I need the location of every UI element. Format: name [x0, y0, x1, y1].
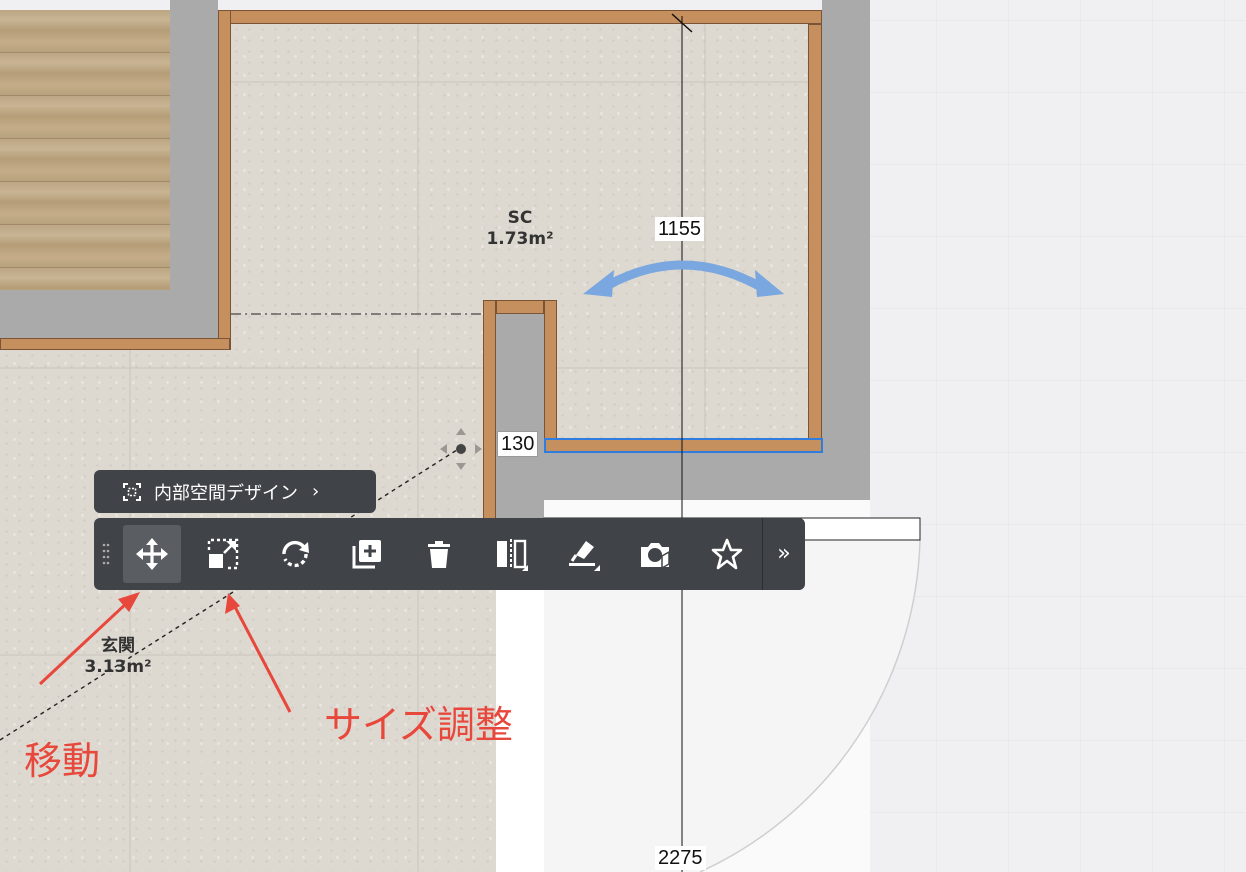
annotation-resize: サイズ調整 [324, 703, 513, 747]
annotation-arrows [38, 592, 292, 713]
floor-plan-canvas[interactable]: 1155 130 2275 SC 1.73m² 玄関 3.13m² 内部空間デザ… [0, 0, 1246, 872]
annotation-move: 移動 [24, 739, 101, 783]
